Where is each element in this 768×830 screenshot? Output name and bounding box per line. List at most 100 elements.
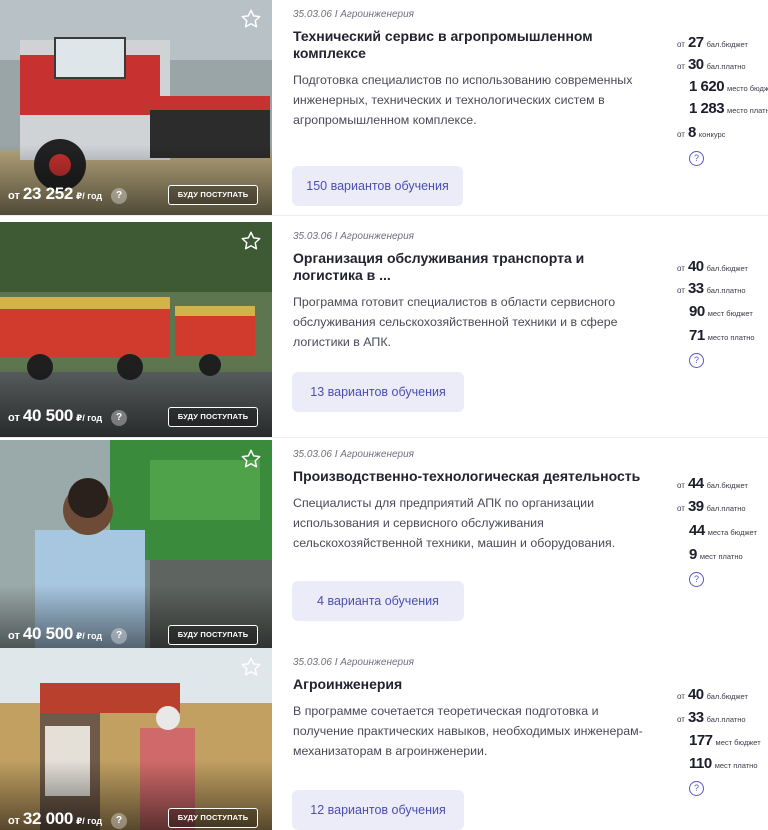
stat-budget-places: 1 620 место бюджет: [689, 78, 768, 95]
stat-paid-places: 9 мест платно: [689, 546, 743, 563]
stat-value: 9: [689, 546, 697, 563]
stats-info-icon[interactable]: ?: [689, 353, 704, 368]
stat-paid-score: от 33 бал.платно: [677, 280, 746, 297]
stat-prefix: от: [677, 40, 685, 49]
stat-paid-score: от 30 бал.платно: [677, 56, 746, 73]
stat-paid-places: 1 283 место платно: [689, 100, 768, 117]
stats-info-icon[interactable]: ?: [689, 572, 704, 587]
program-title[interactable]: Технический сервис в агропромышленном ко…: [293, 28, 653, 62]
stat-budget-score: от 40 бал.бюджет: [677, 686, 748, 703]
program-image[interactable]: от 40 500 ₽/ год ? БУДУ ПОСТУПАТЬ: [0, 222, 272, 437]
stat-budget-score: от 44 бал.бюджет: [677, 475, 748, 492]
price-value: 23 252: [22, 184, 74, 203]
stat-budget-score: от 40 бал.бюджет: [677, 258, 748, 275]
favorite-star-icon[interactable]: [240, 230, 262, 252]
stat-prefix: от: [677, 692, 685, 701]
price: от 40 500 ₽/ год ?: [8, 406, 128, 427]
stat-value: 1 620: [689, 78, 725, 95]
stat-label: мест бюджет: [707, 309, 753, 318]
program-stats: от 40 бал.бюджет от 33 бал.платно 177 ме…: [677, 648, 768, 830]
price-help-icon[interactable]: ?: [111, 628, 128, 644]
stat-value: 33: [687, 280, 704, 297]
favorite-star-icon[interactable]: [240, 448, 262, 470]
variants-button[interactable]: 13 вариантов обучения: [292, 372, 464, 412]
program-stats: от 44 бал.бюджет от 39 бал.платно 44 мес…: [677, 440, 768, 655]
stat-value: 44: [689, 522, 705, 539]
price-help-icon[interactable]: ?: [111, 410, 128, 426]
price-help-icon[interactable]: ?: [111, 813, 128, 829]
program-title[interactable]: Производственно-технологическая деятельн…: [293, 468, 653, 485]
favorite-star-icon[interactable]: [240, 8, 262, 30]
price-unit: ₽/ год: [76, 191, 103, 201]
program-code: 35.03.06 I Агроинженерия: [293, 449, 415, 460]
price-help-icon[interactable]: ?: [111, 188, 128, 204]
apply-button[interactable]: БУДУ ПОСТУПАТЬ: [168, 185, 258, 205]
stat-value: 110: [689, 755, 712, 772]
stat-value: 33: [687, 709, 704, 726]
stat-label: бал.платно: [706, 286, 746, 295]
program-card: от 40 500 ₽/ год ? БУДУ ПОСТУПАТЬ 35.03.…: [0, 440, 768, 656]
stat-value: 44: [687, 475, 704, 492]
stats-info-icon[interactable]: ?: [689, 781, 704, 796]
price-prefix: от: [8, 815, 20, 827]
program-image[interactable]: от 40 500 ₽/ год ? БУДУ ПОСТУПАТЬ: [0, 440, 272, 655]
apply-button[interactable]: БУДУ ПОСТУПАТЬ: [168, 625, 258, 645]
program-description: Специалисты для предприятий АПК по орган…: [293, 496, 616, 550]
program-image[interactable]: от 32 000 ₽/ год ? БУДУ ПОСТУПАТЬ: [0, 648, 272, 830]
program-code: 35.03.06 I Агроинженерия: [293, 231, 415, 242]
stat-prefix: от: [677, 481, 685, 490]
stat-label: бал.бюджет: [706, 481, 748, 490]
price-prefix: от: [8, 630, 20, 642]
program-card: от 32 000 ₽/ год ? БУДУ ПОСТУПАТЬ 35.03.…: [0, 648, 768, 830]
stat-prefix: от: [677, 264, 685, 273]
price: от 32 000 ₽/ год ?: [8, 809, 128, 830]
stat-paid-places: 71 место платно: [689, 327, 755, 344]
stat-label: бал.бюджет: [706, 692, 748, 701]
stat-budget-places: 44 места бюджет: [689, 522, 757, 539]
program-card: от 40 500 ₽/ год ? БУДУ ПОСТУПАТЬ 35.03.…: [0, 222, 768, 438]
stat-budget-places: 177 мест бюджет: [689, 732, 761, 749]
stat-label: бал.бюджет: [706, 40, 748, 49]
program-code: 35.03.06 I Агроинженерия: [293, 657, 415, 668]
stats-info-icon[interactable]: ?: [689, 151, 704, 166]
program-info: 35.03.06 I Агроинженерия Производственно…: [293, 440, 653, 553]
stat-budget-places: 90 мест бюджет: [689, 303, 753, 320]
stat-value: 30: [687, 56, 704, 73]
price-value: 40 500: [22, 406, 74, 425]
apply-button[interactable]: БУДУ ПОСТУПАТЬ: [168, 808, 258, 828]
stat-prefix: от: [677, 130, 685, 139]
program-info: 35.03.06 I Агроинженерия Технический сер…: [293, 0, 653, 130]
program-description: В программе сочетается теоретическая под…: [293, 704, 643, 758]
stat-prefix: от: [677, 715, 685, 724]
stat-label: бал.платно: [706, 504, 746, 513]
stat-value: 27: [687, 34, 704, 51]
program-stats: от 27 бал.бюджет от 30 бал.платно 1 620 …: [677, 0, 768, 215]
stat-label: место бюджет: [727, 84, 768, 93]
price: от 40 500 ₽/ год ?: [8, 624, 128, 645]
price-prefix: от: [8, 190, 20, 202]
price: от 23 252 ₽/ год ?: [8, 184, 128, 205]
stat-value: 1 283: [689, 100, 725, 117]
variants-button[interactable]: 12 вариантов обучения: [292, 790, 464, 830]
stat-label: мест бюджет: [715, 738, 761, 747]
variants-button[interactable]: 4 варианта обучения: [292, 581, 464, 621]
stat-label: место платно: [727, 106, 768, 115]
program-description: Подготовка специалистов по использованию…: [293, 73, 633, 127]
program-stats: от 40 бал.бюджет от 33 бал.платно 90 мес…: [677, 222, 768, 437]
apply-button[interactable]: БУДУ ПОСТУПАТЬ: [168, 407, 258, 427]
program-description: Программа готовит специалистов в области…: [293, 295, 618, 349]
price-prefix: от: [8, 412, 20, 424]
favorite-star-icon[interactable]: [240, 656, 262, 678]
variants-button[interactable]: 150 вариантов обучения: [292, 166, 463, 206]
stat-budget-score: от 27 бал.бюджет: [677, 34, 748, 51]
program-title[interactable]: Организация обслуживания транспорта и ло…: [293, 250, 653, 284]
stat-value: 40: [687, 686, 704, 703]
stat-prefix: от: [677, 286, 685, 295]
program-image[interactable]: от 23 252 ₽/ год ? БУДУ ПОСТУПАТЬ: [0, 0, 272, 215]
stat-value: 71: [689, 327, 705, 344]
stat-prefix: от: [677, 504, 685, 513]
program-title[interactable]: Агроинженерия: [293, 676, 653, 693]
program-info: 35.03.06 I Агроинженерия Организация обс…: [293, 222, 653, 352]
stat-label: бал.платно: [706, 715, 746, 724]
stat-label: место платно: [707, 333, 755, 342]
